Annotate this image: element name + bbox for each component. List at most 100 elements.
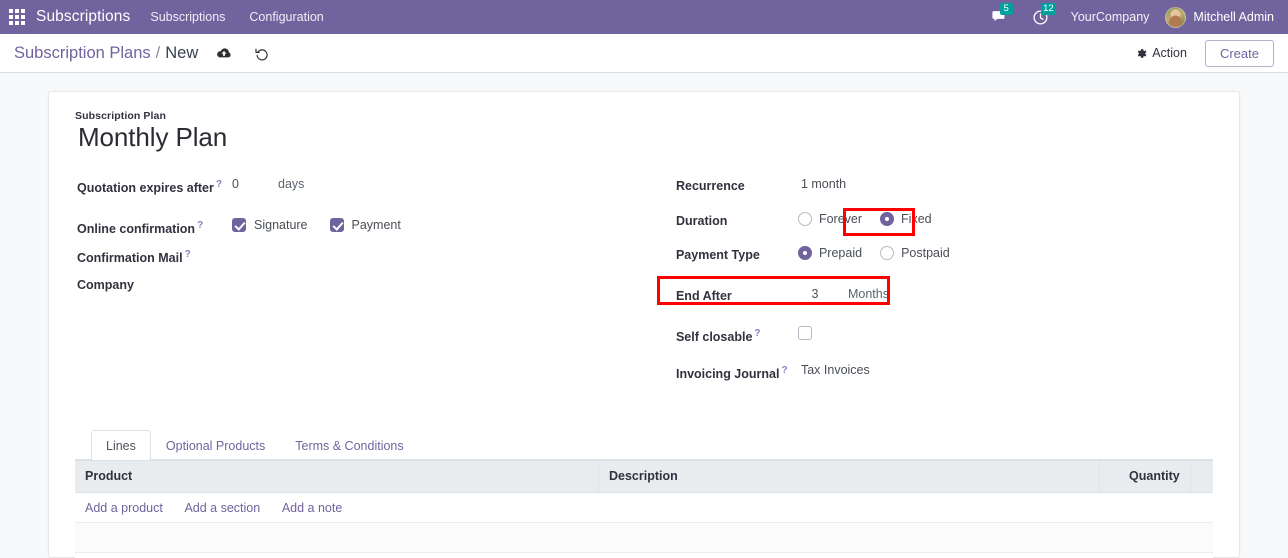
quotation-expires-label: Quotation expires after <box>77 181 214 196</box>
lines-table: Product Description Quantity Add a produ… <box>75 459 1213 558</box>
payment-label[interactable]: Payment <box>352 218 401 232</box>
duration-forever-radio[interactable] <box>797 211 812 226</box>
online-confirmation-label: Online confirmation <box>77 222 196 237</box>
field-invoicing-journal: Invoicing Journal? Tax Invoices <box>676 361 1213 390</box>
self-closable-checkbox[interactable] <box>797 325 812 340</box>
confirmation-mail-help-icon[interactable]: ? <box>185 249 191 260</box>
duration-option-fixed[interactable]: Fixed <box>880 211 932 226</box>
field-end-after: End After 3 Months <box>676 285 1213 314</box>
content-area: Subscription Plan Monthly Plan Quotation… <box>0 73 1288 558</box>
invoicing-journal-label: Invoicing Journal <box>675 367 780 382</box>
column-header-quantity[interactable]: Quantity <box>1099 459 1191 493</box>
payment-type-prepaid-radio[interactable] <box>797 245 812 260</box>
form-sheet: Subscription Plan Monthly Plan Quotation… <box>48 91 1240 558</box>
save-record-button[interactable] <box>216 46 232 60</box>
menu-item-configuration[interactable]: Configuration <box>237 0 335 34</box>
empty-row <box>75 522 1213 553</box>
lines-header-row: Product Description Quantity <box>75 459 1213 493</box>
form-column-left: Quotation expires after? 0 days Online c… <box>75 175 654 390</box>
notebook-tabs: Lines Optional Products Terms & Conditio… <box>75 429 1213 460</box>
quotation-expires-input[interactable]: 0 <box>232 177 266 191</box>
column-header-description[interactable]: Description <box>598 459 1100 493</box>
breadcrumb-separator: / <box>155 43 161 62</box>
control-panel: Subscription Plans / New Action Create <box>0 34 1288 73</box>
field-recurrence: Recurrence 1 month <box>676 175 1213 204</box>
add-a-section-link[interactable]: Add a section <box>184 501 260 515</box>
breadcrumb-root[interactable]: Subscription Plans <box>14 44 151 63</box>
add-a-product-link[interactable]: Add a product <box>85 501 163 515</box>
menu-item-subscriptions[interactable]: Subscriptions <box>138 0 237 34</box>
action-label: Action <box>1152 46 1187 60</box>
add-links-row: Add a product Add a section Add a note <box>75 492 1213 523</box>
avatar <box>1165 6 1187 28</box>
payment-type-option-postpaid[interactable]: Postpaid <box>880 245 950 260</box>
control-panel-right: Action Create <box>1131 39 1274 67</box>
duration-option-forever[interactable]: Forever <box>797 211 863 226</box>
signature-label[interactable]: Signature <box>254 218 308 232</box>
create-button[interactable]: Create <box>1204 39 1274 67</box>
lines-table-body: Add a product Add a section Add a note <box>75 492 1213 558</box>
notebook: Lines Optional Products Terms & Conditio… <box>75 429 1213 558</box>
tab-lines[interactable]: Lines <box>91 429 151 460</box>
breadcrumb-current: New <box>165 43 199 62</box>
payment-type-option-prepaid[interactable]: Prepaid <box>797 245 863 260</box>
field-confirmation-mail: Confirmation Mail? <box>77 245 654 274</box>
form-column-right: Recurrence 1 month Duration Forever Fixe… <box>654 175 1213 390</box>
top-navbar: Subscriptions Subscriptions Configuratio… <box>0 0 1288 34</box>
messages-badge: 5 <box>999 3 1013 15</box>
column-header-product[interactable]: Product <box>75 459 599 493</box>
column-header-actions <box>1190 459 1213 493</box>
activities-badge: 12 <box>1040 3 1057 15</box>
field-quotation-expires-after: Quotation expires after? 0 days <box>77 175 654 204</box>
form-grid: Quotation expires after? 0 days Online c… <box>75 175 1213 390</box>
duration-fixed-radio[interactable] <box>880 211 895 226</box>
cloud-upload-icon <box>217 48 231 58</box>
end-after-unit[interactable]: Months <box>848 287 889 301</box>
self-closable-help-icon[interactable]: ? <box>754 328 760 339</box>
duration-radio-group: Forever Fixed <box>797 211 950 226</box>
page-title[interactable]: Monthly Plan <box>78 122 1213 153</box>
breadcrumb: Subscription Plans / New <box>14 44 269 63</box>
add-a-note-link[interactable]: Add a note <box>282 501 342 515</box>
recurrence-value[interactable]: 1 month <box>798 175 846 191</box>
discard-record-button[interactable] <box>254 46 269 61</box>
activities-button[interactable]: 12 <box>1020 0 1061 34</box>
main-menu: Subscriptions Configuration <box>138 0 335 34</box>
company-switcher[interactable]: YourCompany <box>1061 10 1160 24</box>
payment-type-prepaid-label: Prepaid <box>818 245 863 260</box>
quotation-expires-unit: days <box>278 176 305 191</box>
messages-button[interactable]: 5 <box>979 0 1020 34</box>
quotation-expires-help-icon[interactable]: ? <box>216 179 222 190</box>
user-menu[interactable]: Mitchell Admin <box>1159 6 1278 28</box>
end-after-input[interactable]: 3 <box>798 287 832 301</box>
empty-row <box>75 552 1213 558</box>
recurrence-label: Recurrence <box>675 178 745 193</box>
action-menu-button[interactable]: Action <box>1131 43 1191 63</box>
duration-fixed-label: Fixed <box>901 211 932 226</box>
gear-icon <box>1138 48 1147 58</box>
signature-checkbox[interactable] <box>232 217 246 232</box>
payment-type-postpaid-radio[interactable] <box>880 245 895 260</box>
record-actions <box>216 46 269 61</box>
field-self-closable: Self closable? <box>676 324 1213 353</box>
tab-optional-products[interactable]: Optional Products <box>151 430 280 460</box>
self-closable-label: Self closable <box>675 330 753 345</box>
lines-table-head: Product Description Quantity <box>75 459 1213 493</box>
tab-terms-conditions[interactable]: Terms & Conditions <box>280 430 418 460</box>
invoicing-journal-value[interactable]: Tax Invoices <box>798 361 870 377</box>
user-name: Mitchell Admin <box>1193 10 1274 24</box>
apps-menu-button[interactable] <box>0 0 34 34</box>
payment-type-radio-group: Prepaid Postpaid <box>797 245 968 260</box>
duration-forever-label: Forever <box>818 211 863 226</box>
online-confirmation-help-icon[interactable]: ? <box>197 220 203 231</box>
company-label: Company <box>77 277 134 292</box>
app-brand[interactable]: Subscriptions <box>34 8 138 26</box>
field-duration: Duration Forever Fixed <box>676 210 1213 239</box>
payment-type-label: Payment Type <box>675 247 760 262</box>
undo-icon <box>255 48 268 60</box>
payment-checkbox[interactable] <box>329 217 344 232</box>
invoicing-journal-help-icon[interactable]: ? <box>781 365 787 376</box>
grid-apps-icon <box>9 9 25 25</box>
end-after-label: End After <box>675 288 732 303</box>
record-type-label: Subscription Plan <box>75 110 166 122</box>
